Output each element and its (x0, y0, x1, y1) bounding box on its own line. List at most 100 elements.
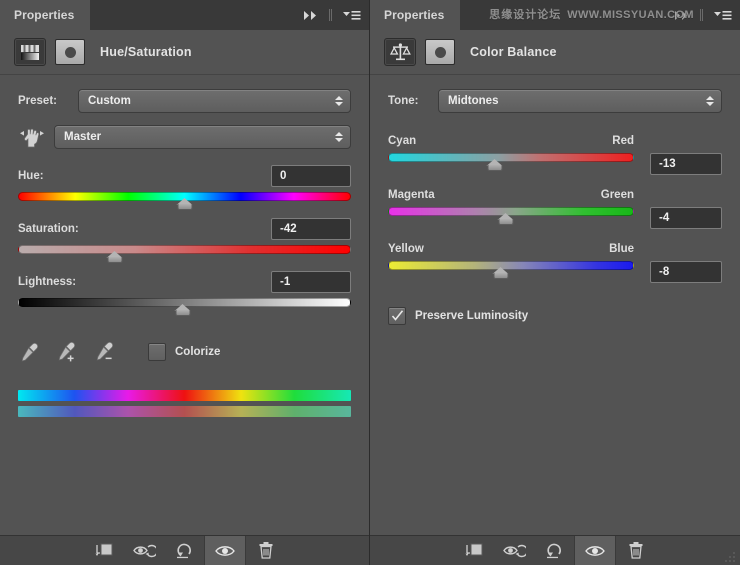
lightness-slider-thumb[interactable] (174, 304, 191, 317)
saturation-value-input[interactable]: -42 (271, 218, 351, 240)
view-previous-state-button[interactable] (124, 536, 164, 565)
saturation-slider-thumb[interactable] (106, 251, 123, 264)
mask-dot (64, 46, 76, 58)
cyan-red-row: Cyan Red -13 (388, 135, 722, 179)
saturation-slider[interactable] (18, 243, 351, 265)
preserve-luminosity-label: Preserve Luminosity (415, 310, 529, 322)
eyedropper-sample-icon[interactable] (18, 340, 40, 364)
watermark-cn: 思缘设计论坛 (489, 9, 562, 21)
green-label: Green (600, 189, 634, 201)
channel-row: Master (18, 125, 351, 149)
reset-button[interactable] (164, 536, 204, 565)
magenta-green-slider[interactable] (388, 205, 634, 227)
saturation-label: Saturation: (18, 223, 79, 235)
panel-menu-icon[interactable] (714, 8, 732, 22)
panel-menu-icon[interactable] (343, 8, 361, 22)
magenta-green-value-input[interactable]: -4 (650, 207, 722, 229)
lightness-slider-group: Lightness: -1 (18, 271, 351, 318)
clip-to-layer-button[interactable] (84, 536, 124, 565)
yellow-blue-row: Yellow Blue -8 (388, 243, 722, 287)
scrubby-hand-icon[interactable] (18, 125, 46, 149)
right-panel-tabbar: Properties 思缘设计论坛 WWW.MISSYUAN.COM (370, 0, 740, 30)
eyedropper-subtract-icon[interactable] (94, 340, 116, 364)
hue-slider-thumb[interactable] (176, 198, 193, 211)
color-balance-body: Tone: Midtones Cyan Red -13 Magenta Gree… (370, 75, 740, 535)
red-label: Red (612, 135, 634, 147)
hue-value-input[interactable]: 0 (271, 165, 351, 187)
tab-label: Properties (14, 8, 75, 22)
colorize-label: Colorize (175, 346, 221, 358)
preset-value: Custom (88, 95, 131, 107)
magenta-green-labels: Magenta Green (388, 189, 634, 201)
yellow-blue-slider-track (388, 261, 634, 270)
toggle-visibility-button[interactable] (203, 536, 246, 565)
eyedropper-add-icon[interactable] (56, 340, 78, 364)
lightness-slider[interactable] (18, 296, 351, 318)
checkmark-icon (391, 310, 403, 321)
yellow-blue-labels: Yellow Blue (388, 243, 634, 255)
preserve-luminosity-checkbox[interactable] (388, 307, 406, 325)
color-balance-icon[interactable] (384, 38, 416, 66)
right-tabbar-controls: 思缘设计论坛 WWW.MISSYUAN.COM (460, 0, 740, 30)
left-bottom-toolbar (0, 535, 369, 565)
eyedropper-row: Colorize (18, 340, 351, 364)
toggle-visibility-button[interactable] (574, 536, 616, 565)
spectrum-bars (18, 390, 351, 417)
channel-select[interactable]: Master (54, 125, 351, 149)
right-bottom-toolbar (370, 535, 740, 565)
left-title-row: Hue/Saturation (0, 30, 369, 75)
resize-grip-icon[interactable] (724, 551, 736, 563)
tab-properties-left[interactable]: Properties (0, 0, 91, 30)
tone-select[interactable]: Midtones (438, 89, 722, 113)
cyan-red-slider[interactable] (388, 151, 634, 173)
preset-row: Preset: Custom (18, 89, 351, 113)
cyan-red-slider-track (388, 153, 634, 162)
right-title-row: Color Balance (370, 30, 740, 75)
colorize-checkbox[interactable] (148, 343, 166, 361)
chevron-updown-icon (335, 132, 343, 142)
delete-adjustment-button[interactable] (246, 536, 286, 565)
delete-adjustment-button[interactable] (616, 536, 656, 565)
yellow-label: Yellow (388, 243, 424, 255)
hue-slider[interactable] (18, 190, 351, 212)
photoshop-properties-panels: Properties Hue/Saturation Preset: Custom… (0, 0, 740, 565)
yellow-blue-value-input[interactable]: -8 (650, 261, 722, 283)
channel-value: Master (64, 131, 102, 143)
left-panel-tabbar: Properties (0, 0, 369, 30)
cyan-red-slider-thumb[interactable] (486, 159, 504, 172)
cyan-red-labels: Cyan Red (388, 135, 634, 147)
tone-value: Midtones (448, 95, 499, 107)
layer-mask-thumbnail[interactable] (425, 39, 455, 65)
view-previous-state-button[interactable] (494, 536, 534, 565)
hue-label: Hue: (18, 170, 44, 182)
saturation-slider-group: Saturation: -42 (18, 218, 351, 265)
yellow-blue-group: Yellow Blue -8 (388, 243, 722, 287)
cyan-label: Cyan (388, 135, 417, 147)
chevron-updown-icon (335, 96, 343, 106)
cyan-red-value-input[interactable]: -13 (650, 153, 722, 175)
hue-label-row: Hue: 0 (18, 165, 351, 187)
yellow-blue-slider-thumb[interactable] (492, 267, 510, 280)
chevron-updown-icon (706, 96, 714, 106)
double-chevron-right-icon[interactable] (303, 8, 319, 22)
tabbar-divider (700, 9, 701, 21)
lightness-value-input[interactable]: -1 (271, 271, 351, 293)
page-title: Color Balance (470, 45, 557, 59)
hue-slider-group: Hue: 0 (18, 165, 351, 212)
layer-mask-thumbnail[interactable] (55, 39, 85, 65)
blue-label: Blue (609, 243, 634, 255)
hue-saturation-panel: Properties Hue/Saturation Preset: Custom… (0, 0, 370, 565)
tab-properties-right[interactable]: Properties (370, 0, 461, 30)
magenta-green-slider-thumb[interactable] (497, 213, 515, 226)
reset-button[interactable] (534, 536, 574, 565)
saturation-slider-track (18, 245, 351, 254)
yellow-blue-slider[interactable] (388, 259, 634, 281)
preset-select[interactable]: Custom (78, 89, 351, 113)
hue-saturation-icon[interactable] (14, 38, 46, 66)
magenta-label: Magenta (388, 189, 435, 201)
saturation-label-row: Saturation: -42 (18, 218, 351, 240)
preset-label: Preset: (18, 95, 57, 107)
magenta-green-group: Magenta Green -4 (388, 189, 722, 233)
double-chevron-right-icon[interactable] (674, 8, 690, 22)
clip-to-layer-button[interactable] (454, 536, 494, 565)
